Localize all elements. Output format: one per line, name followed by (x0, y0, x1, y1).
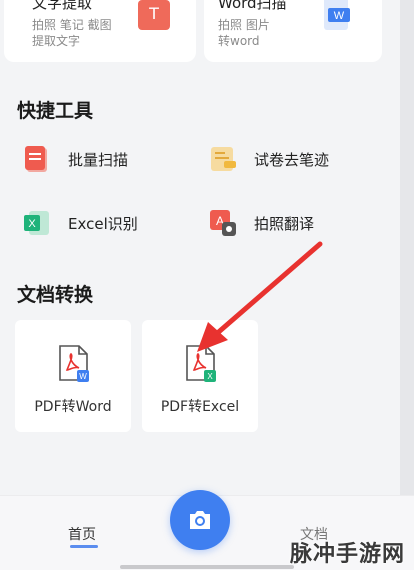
right-edge-strip (400, 0, 414, 495)
text-extract-card[interactable]: 文字提取 拍照 笔记 截图 提取文字 T (4, 0, 196, 62)
word-scan-sub2: 转word (218, 34, 260, 48)
text-extract-sub2: 提取文字 (32, 34, 81, 48)
watermark-text: 脉冲手游网 (290, 542, 406, 567)
pdf-to-word-label: PDF转Word (34, 399, 112, 415)
top-feature-cards: 文字提取 拍照 笔记 截图 提取文字 T Word扫描 拍照 图片 转word … (0, 0, 414, 62)
svg-text:W: W (79, 372, 87, 381)
word-scan-icon-letter: W (334, 10, 345, 22)
exam-clean-icon (211, 147, 236, 171)
tool-exam-clean-label: 试卷去笔迹 (254, 151, 330, 169)
text-extract-title: 文字提取 (32, 0, 93, 12)
pdf-to-excel-icon: X (186, 345, 216, 382)
pdf-to-excel-card[interactable]: X PDF转Excel (142, 320, 258, 432)
tool-photo-translate[interactable]: A 拍照翻译 (206, 202, 386, 246)
text-extract-sub1: 拍照 笔记 截图 (32, 18, 112, 32)
word-scan-icon: W (324, 0, 350, 30)
tool-photo-translate-label: 拍照翻译 (254, 215, 315, 233)
tab-home[interactable]: 首页 (68, 524, 96, 544)
tool-excel-recognize[interactable]: X Excel识别 (20, 202, 190, 246)
batch-scan-icon (25, 146, 47, 172)
tool-excel-recognize-label: Excel识别 (68, 215, 138, 233)
tab-home-indicator (70, 545, 98, 548)
pdf-to-word-icon: W (59, 345, 89, 382)
app-home-screen: 文字提取 拍照 笔记 截图 提取文字 T Word扫描 拍照 图片 转word … (0, 0, 414, 570)
tool-exam-clean[interactable]: 试卷去笔迹 (206, 138, 386, 182)
svg-text:X: X (28, 218, 36, 230)
translate-icon: A (210, 210, 236, 236)
pdf-to-word-card[interactable]: W PDF转Word (15, 320, 131, 432)
svg-text:X: X (207, 372, 213, 381)
tool-batch-scan[interactable]: 批量扫描 (20, 138, 190, 182)
doc-convert-title: 文档转换 (17, 284, 94, 306)
text-extract-icon: T (138, 0, 170, 30)
excel-icon: X (24, 211, 49, 235)
home-indicator (120, 565, 294, 569)
word-scan-title: Word扫描 (218, 0, 287, 12)
word-scan-card[interactable]: Word扫描 拍照 图片 转word W (204, 0, 382, 62)
camera-icon (190, 511, 210, 529)
camera-button[interactable] (170, 490, 230, 550)
word-scan-sub1: 拍照 图片 (218, 18, 270, 32)
tool-batch-scan-label: 批量扫描 (68, 151, 129, 169)
quick-tools-title: 快捷工具 (17, 100, 94, 122)
pdf-to-excel-label: PDF转Excel (160, 399, 240, 415)
